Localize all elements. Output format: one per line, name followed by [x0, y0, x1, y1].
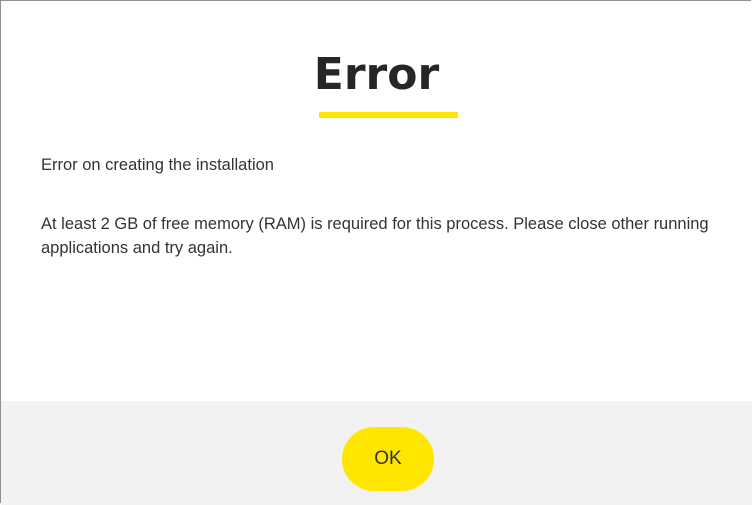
ok-button[interactable]: OK: [342, 427, 434, 491]
title-underline: [319, 112, 458, 118]
dialog-title: Error: [313, 49, 440, 100]
error-heading: Error on creating the installation: [41, 156, 274, 174]
dialog-content: Error Error on creating the installation…: [1, 1, 752, 401]
error-message: At least 2 GB of free memory (RAM) is re…: [41, 215, 709, 257]
